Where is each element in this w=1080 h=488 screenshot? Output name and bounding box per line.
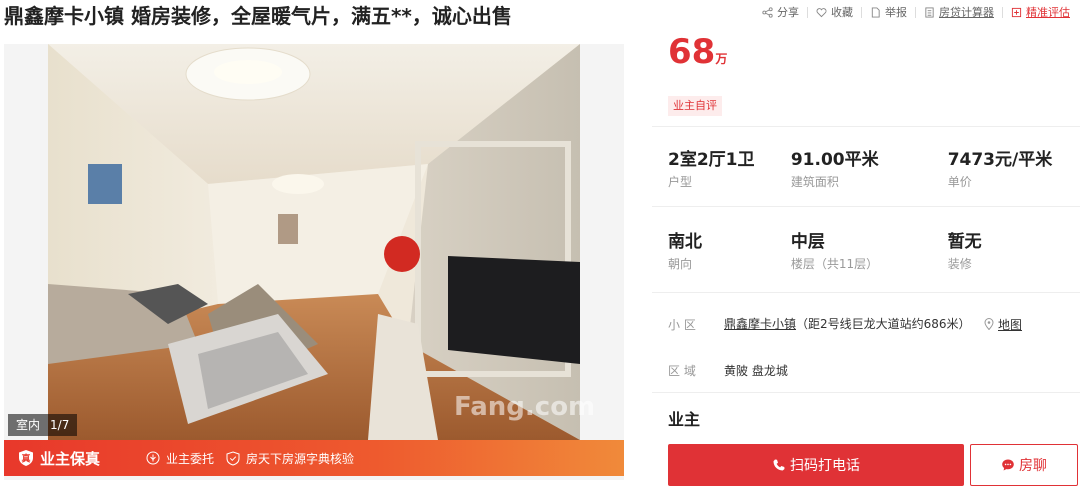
district-row: 区 域 黄陂 盘龙城	[668, 362, 788, 379]
precise-evaluation-link[interactable]: 精准评估	[1011, 4, 1070, 20]
watermark: Fang.com	[454, 392, 596, 422]
living-room-image	[48, 44, 580, 440]
guarantee-item-entrusted: 业主委托	[146, 450, 214, 467]
chat-bubble-icon	[1002, 459, 1014, 471]
map-link[interactable]: 地图	[984, 316, 1022, 333]
facts-row-1: 2室2厅1卫 户型 91.00平米 建筑面积 7473元/平米 单价	[668, 148, 1080, 192]
divider	[652, 206, 1080, 207]
scan-to-call-button[interactable]: 扫码打电话	[668, 444, 964, 486]
fact-orientation: 南北 朝向	[668, 230, 791, 274]
share-icon	[762, 6, 773, 18]
community-info: 鼎鑫摩卡小镇（距2号线巨龙大道站约686米） 地图	[724, 316, 1074, 333]
divider	[652, 392, 1080, 393]
fact-label: 楼层（共11层）	[790, 257, 879, 271]
fact-value: 7473元/平米	[947, 150, 1053, 170]
photo-counter: 室内 1/7	[8, 414, 78, 436]
divider	[915, 6, 916, 18]
community-row: 小 区 鼎鑫摩卡小镇（距2号线巨龙大道站约686米） 地图	[668, 316, 1074, 333]
community-name-link[interactable]: 鼎鑫摩卡小镇	[724, 317, 796, 331]
fact-value: 中层	[790, 232, 825, 252]
district-value: 黄陂 盘龙城	[724, 364, 788, 378]
guarantee-main: 真 业主保真	[4, 448, 134, 469]
fact-floor: 中层 楼层（共11层）	[791, 230, 914, 274]
room-label: 室内	[16, 418, 41, 432]
map-label: 地图	[998, 318, 1023, 332]
divider	[652, 126, 1080, 127]
fact-label: 朝向	[668, 257, 693, 271]
guarantee-item1-label: 业主委托	[166, 451, 215, 466]
evaluation-icon	[1011, 7, 1022, 17]
photo-gallery[interactable]: 室内 1/7 Fang.com 真 业主保真 业主委托 房天下房源字典核验	[4, 44, 624, 480]
fact-area: 91.00平米 建筑面积	[791, 148, 914, 192]
shield-check-icon	[226, 450, 240, 466]
price-value: 68	[668, 32, 716, 72]
divider	[652, 292, 1080, 293]
owner-label: 业主	[668, 410, 701, 429]
shield-icon: 真	[19, 450, 33, 466]
action-bar: 分享 收藏 举报 房贷计算器 精准评估	[762, 4, 1070, 20]
guarantee-item-verified: 房天下房源字典核验	[226, 450, 354, 467]
fact-value: 暂无	[947, 232, 982, 252]
location-pin-icon	[984, 318, 994, 330]
document-icon	[871, 6, 880, 18]
report-button[interactable]: 举报	[870, 4, 907, 20]
fact-label: 建筑面积	[790, 175, 839, 189]
photo-index: 1/7	[50, 418, 70, 432]
mortgage-calculator-link[interactable]: 房贷计算器	[924, 4, 994, 20]
price-unit: 万	[715, 52, 728, 66]
heart-icon	[816, 7, 827, 17]
fact-label: 装修	[947, 257, 972, 271]
favorite-button[interactable]: 收藏	[816, 4, 853, 20]
fact-value: 91.00平米	[790, 150, 879, 170]
listing-title: 鼎鑫摩卡小镇 婚房装修，全屋暖气片，满五**，诚心出售	[4, 4, 512, 28]
fact-decoration: 暂无 装修	[948, 230, 1080, 274]
share-button[interactable]: 分享	[762, 4, 799, 20]
share-label: 分享	[777, 6, 799, 19]
fact-value: 南北	[668, 232, 702, 252]
evaluate-label: 精准评估	[1026, 6, 1070, 19]
price: 68万	[668, 30, 727, 74]
fact-label: 户型	[668, 175, 693, 189]
circle-badge-icon	[146, 451, 160, 465]
fact-value: 2室2厅1卫	[668, 150, 755, 170]
guarantee-main-label: 业主保真	[40, 449, 101, 468]
community-distance: （距2号线巨龙大道站约686米）	[796, 317, 971, 331]
svg-text:真: 真	[21, 453, 30, 465]
calculator-label: 房贷计算器	[939, 6, 994, 19]
community-key: 小 区	[668, 318, 696, 332]
fact-unit-price: 7473元/平米 单价	[948, 148, 1080, 192]
divider	[861, 6, 862, 18]
divider	[807, 6, 808, 18]
chat-button[interactable]: 房聊	[970, 444, 1078, 486]
owner-appraisal-badge: 业主自评	[668, 96, 722, 116]
phone-icon	[773, 459, 785, 471]
owner-guarantee-banner[interactable]: 真 业主保真 业主委托 房天下房源字典核验	[4, 440, 624, 476]
calculator-icon	[925, 6, 934, 18]
fact-label: 单价	[947, 175, 972, 189]
call-label: 扫码打电话	[790, 458, 860, 474]
district-key: 区 域	[668, 364, 696, 378]
favorite-label: 收藏	[831, 6, 853, 19]
chat-label: 房聊	[1019, 458, 1047, 474]
facts-row-2: 南北 朝向 中层 楼层（共11层） 暂无 装修	[668, 230, 1080, 274]
divider	[1002, 6, 1003, 18]
main-photo[interactable]	[48, 44, 580, 440]
guarantee-item2-label: 房天下房源字典核验	[246, 451, 355, 466]
fact-layout: 2室2厅1卫 户型	[668, 148, 791, 192]
report-label: 举报	[885, 6, 907, 19]
